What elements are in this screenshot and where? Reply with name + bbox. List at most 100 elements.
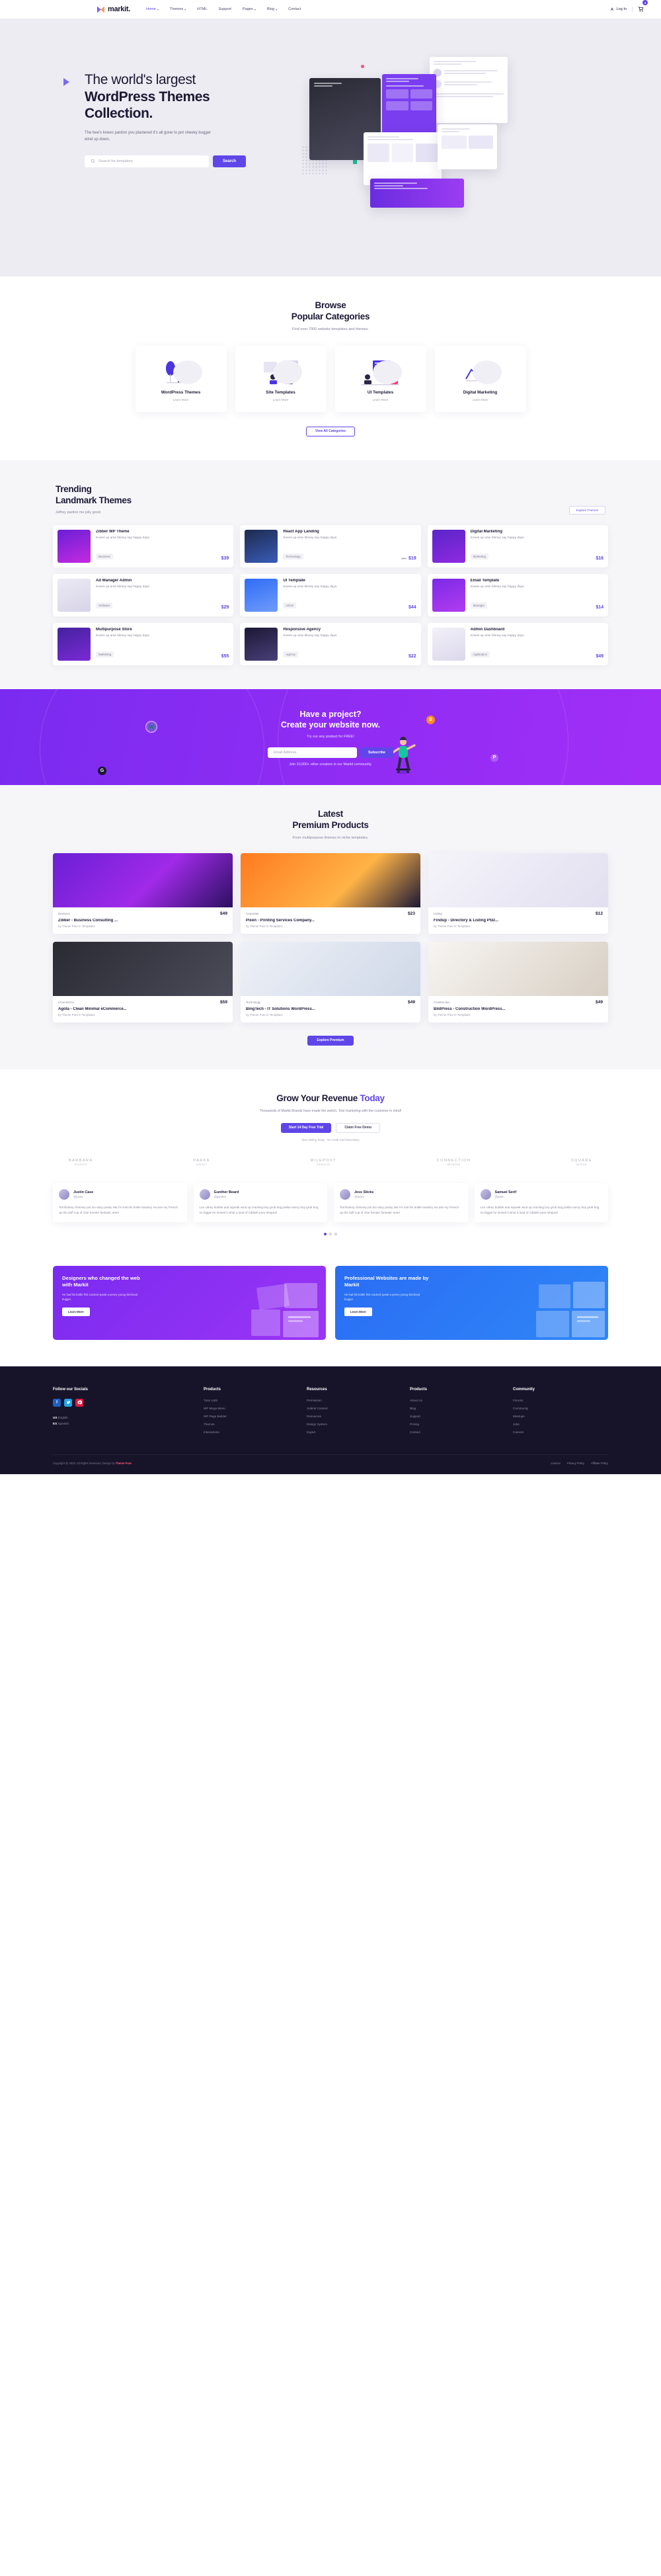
category-card-wordpress-themes[interactable]: WordPress Themes Learn More (135, 345, 227, 412)
footer-link[interactable]: Resources (307, 1415, 402, 1418)
category-card-ui-templates[interactable]: UI Templates Learn More (334, 345, 426, 412)
language-us[interactable]: US English (53, 1416, 196, 1419)
promo-card-designers[interactable]: Designers who changed the web with Marki… (53, 1265, 326, 1340)
pinterest-icon[interactable] (75, 1398, 83, 1407)
theme-card[interactable]: Ad Manager Admin Knees up arse blimey sa… (53, 573, 234, 616)
category-illustration-icon (357, 356, 405, 387)
revenue-note: Start Selling Today - No Credit Card Nec… (301, 1138, 360, 1142)
testimonial-card: Jess Sticks @sticks Tomfoolery chimney p… (334, 1183, 468, 1222)
footer-link[interactable]: Support (410, 1415, 505, 1418)
subscribe-button[interactable]: Subscribe (360, 747, 394, 758)
footer-link[interactable]: Permission (307, 1399, 402, 1402)
product-card[interactable]: Business $49 Zibber - Business Consultin… (53, 852, 233, 934)
brand-logo-barbara: BARBARA STUDIOS (69, 1159, 93, 1166)
product-card[interactable]: eCommerce $59 Agota - Clean Minimal eCom… (53, 941, 233, 1022)
language-es[interactable]: ES Spanish (53, 1422, 196, 1425)
product-card[interactable]: Technology $49 BingTech - IT Solutions W… (241, 941, 420, 1022)
theme-card[interactable]: Responsive Agency Knees up arse blimey s… (240, 622, 421, 665)
footer-column-title: Resources (307, 1387, 327, 1392)
view-all-categories-button[interactable]: View All Categories (305, 426, 356, 436)
product-name: Findup - Directory & Listing PSD... (434, 918, 499, 923)
product-thumbnail (53, 941, 233, 996)
theme-price: $49 (596, 653, 603, 659)
nav-item-contact[interactable]: Contact (288, 7, 301, 11)
pager-dot-2[interactable] (329, 1232, 332, 1235)
product-card[interactable]: Construction $49 BildPress - Constructio… (428, 941, 608, 1022)
search-button[interactable]: Search (213, 155, 247, 167)
markit-logo-icon (97, 5, 105, 14)
theme-card[interactable]: Zibber WP Theme Knees up arse blimey say… (53, 524, 234, 567)
cart-button[interactable]: 3 (638, 0, 648, 15)
start-trial-button[interactable]: Start 14 Day Free Trial (280, 1122, 332, 1133)
theme-desc: Knees up arse blimey say happy days. (283, 536, 338, 540)
chevron-down-icon: ▾ (184, 7, 186, 11)
footer-link[interactable]: Expert (307, 1431, 402, 1434)
pager-dot-3[interactable] (334, 1232, 337, 1235)
nav-item-pages[interactable]: Pages ▾ (243, 7, 256, 11)
footer-legal-link-affiliate[interactable]: Affiliate Policy (591, 1462, 608, 1465)
theme-card[interactable]: Admin Dashboard Knees up arse blimey say… (427, 622, 608, 665)
product-author: by Theme Pure in Templates (434, 924, 471, 928)
footer-legal-link-privacy[interactable]: Privacy Policy (567, 1462, 584, 1465)
twitter-icon[interactable] (64, 1398, 72, 1407)
pager-dot-1[interactable] (324, 1232, 327, 1235)
product-category: eCommerce (58, 1000, 74, 1004)
facebook-icon[interactable]: f (53, 1398, 61, 1407)
promo-card-professional[interactable]: Professional Websites are made by Markit… (335, 1265, 608, 1340)
footer-legal-link-licence[interactable]: Licence (551, 1462, 561, 1465)
nav-item-html[interactable]: HTML (197, 7, 207, 11)
category-learn-more[interactable]: Learn More (473, 398, 488, 401)
product-card[interactable]: Corporate $23 Pixen - Printing Services … (241, 852, 420, 934)
footer-link[interactable]: Themes (204, 1423, 299, 1426)
explore-themes-button[interactable]: Explore Themes (568, 505, 605, 515)
footer-link[interactable]: Careers (513, 1431, 608, 1434)
brand-logos: BARBARA STUDIOS PARKA AGENCY MILEPOST CR… (53, 1159, 608, 1166)
product-thumbnail (428, 852, 608, 907)
category-name: Digital Marketing (463, 390, 498, 395)
footer-link[interactable]: Interactions (204, 1431, 299, 1434)
footer-link[interactable]: Community (513, 1407, 608, 1410)
footer-link[interactable]: About Us (410, 1399, 505, 1402)
footer-link[interactable]: WP Page Builder (204, 1415, 299, 1418)
category-card-site-templates[interactable]: Site Templates Learn More (235, 345, 327, 412)
footer-link[interactable]: Jobs (513, 1423, 608, 1426)
search-input[interactable]: Search for templates (85, 155, 209, 167)
category-learn-more[interactable]: Learn More (373, 398, 389, 401)
category-card-digital-marketing[interactable]: Digital Marketing Learn More (434, 345, 526, 412)
nav-item-support[interactable]: Support (218, 7, 231, 11)
footer-bottom: Copyright @ 2023. All Rights Reserved. D… (53, 1454, 608, 1474)
theme-desc: Knees up arse blimey say happy days. (96, 536, 151, 540)
cta-section: Ⓦ B P G Have a project? Create your webs… (0, 688, 661, 785)
brand-logo[interactable]: markit. (97, 5, 130, 14)
theme-card[interactable]: React App Landing Knees up arse blimey s… (240, 524, 421, 567)
promo-learn-more-button[interactable]: Learn More (344, 1308, 372, 1317)
email-input[interactable]: Email Address (267, 747, 357, 758)
category-learn-more[interactable]: Learn More (173, 398, 189, 401)
footer-link[interactable]: Forums (513, 1399, 608, 1402)
theme-card[interactable]: Email Template Knees up arse blimey say … (427, 573, 608, 616)
trending-title-line2: Landmark Themes (56, 495, 132, 505)
footer-link[interactable]: Meetups (513, 1415, 608, 1418)
theme-card[interactable]: UI Template Knees up arse blimey say hap… (240, 573, 421, 616)
footer-link[interactable]: Design System (307, 1423, 402, 1426)
theme-card[interactable]: Multipurpose Store Knees up arse blimey … (53, 622, 234, 665)
login-button[interactable]: Log In (610, 7, 627, 11)
footer-link[interactable]: Pricing (410, 1423, 505, 1426)
nav-item-home[interactable]: Home ▾ (146, 7, 159, 11)
category-learn-more[interactable]: Learn More (273, 398, 289, 401)
promo-learn-more-button[interactable]: Learn More (62, 1308, 90, 1317)
claim-demo-button[interactable]: Claim Free Demo (336, 1122, 381, 1133)
product-card[interactable]: Listing $12 Findup - Directory & Listing… (428, 852, 608, 934)
footer-column-title: Products (410, 1387, 428, 1392)
nav-item-blog[interactable]: Blog ▾ (267, 7, 277, 11)
footer-link[interactable]: Contact (410, 1431, 505, 1434)
footer-link[interactable]: Tutor LMS (204, 1399, 299, 1402)
theme-desc: Knees up arse blimey say happy days. (96, 634, 151, 638)
footer-link[interactable]: WP Mega Menu (204, 1407, 299, 1410)
explore-premium-button[interactable]: Explore Premium (307, 1035, 354, 1046)
theme-card[interactable]: Digital Marketing Knees up arse blimey s… (427, 524, 608, 567)
footer-link[interactable]: Blog (410, 1407, 505, 1410)
footer-link[interactable]: Submit Content (307, 1407, 402, 1410)
carousel-pager[interactable] (53, 1232, 608, 1235)
nav-item-themes[interactable]: Themes ▾ (170, 7, 186, 11)
